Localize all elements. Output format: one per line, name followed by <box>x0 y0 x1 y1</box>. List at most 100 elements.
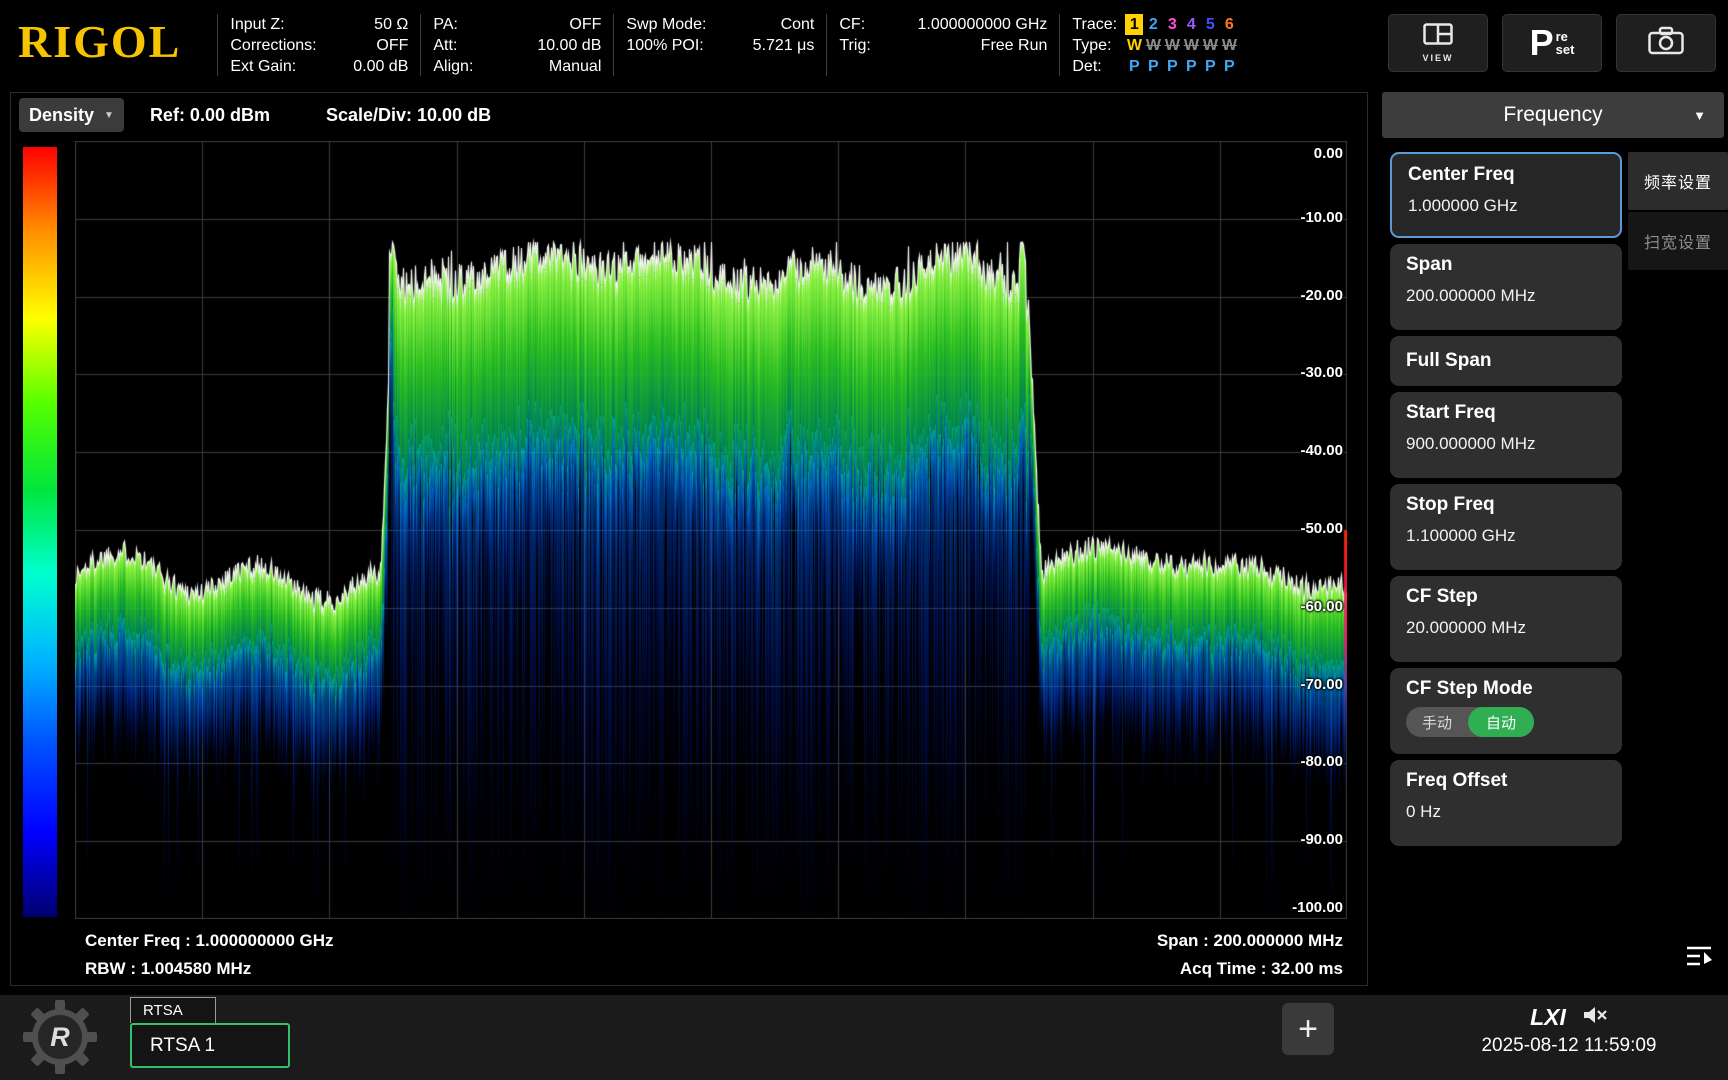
status-label: CF: <box>839 14 865 35</box>
center-freq-readout: Center Freq : 1.000000000 GHz <box>85 931 334 951</box>
status-value: 1.000000000 GHz <box>918 14 1048 35</box>
toggle-option-auto[interactable]: 自动 <box>1468 707 1534 737</box>
trace-type: W <box>1182 35 1200 56</box>
density-colorbar <box>23 147 57 917</box>
tab-frequency-settings[interactable]: 频率设置 <box>1628 152 1728 210</box>
preset-p-glyph: P <box>1530 25 1554 61</box>
trace-type-row: Type: W W W W W W <box>1072 35 1267 56</box>
tab-span-settings[interactable]: 扫宽设置 <box>1628 212 1728 270</box>
trace-number-2[interactable]: 2 <box>1144 14 1162 35</box>
display-mode-dropdown[interactable]: Density ▼ <box>19 98 124 132</box>
status-row: Ext Gain:0.00 dB <box>230 56 408 77</box>
preset-text: re set <box>1556 30 1575 56</box>
spectrum-display-module: Density ▼ Ref: 0.00 dBm Scale/Div: 10.00… <box>10 92 1368 986</box>
trace-type: W <box>1163 35 1181 56</box>
trace-number-1[interactable]: 1 <box>1125 14 1143 35</box>
trace-number-4[interactable]: 4 <box>1182 14 1200 35</box>
status-label: Corrections: <box>230 35 316 56</box>
top-button-group: VIEW P re set <box>1388 14 1716 72</box>
trace-type: W <box>1220 35 1238 56</box>
rbw-readout: RBW : 1.004580 MHz <box>85 959 251 979</box>
menu-item-center-freq[interactable]: Center Freq 1.000000 GHz <box>1390 152 1622 238</box>
cf-step-mode-toggle[interactable]: 手动 自动 <box>1406 707 1534 737</box>
mode-tab-rtsa-1[interactable]: RTSA 1 <box>130 1023 290 1068</box>
add-mode-button[interactable]: + <box>1282 1003 1334 1055</box>
menu-item-start-freq[interactable]: Start Freq 900.000000 MHz <box>1390 392 1622 478</box>
menu-item-cf-step-mode[interactable]: CF Step Mode 手动 自动 <box>1390 668 1622 754</box>
status-label: PA: <box>433 14 458 35</box>
status-row: Align:Manual <box>433 56 601 77</box>
trace-type: W <box>1125 35 1143 56</box>
chevron-down-icon: ▼ <box>1693 108 1706 123</box>
type-label: Type: <box>1072 35 1124 56</box>
status-row: Att:10.00 dB <box>433 35 601 56</box>
system-info: LXI 2025-08-12 11:59:09 <box>1424 1003 1714 1057</box>
toggle-option-manual[interactable]: 手动 <box>1406 712 1468 733</box>
rigol-logo: RIGOL <box>18 14 181 70</box>
menu-item-cf-step[interactable]: CF Step 20.000000 MHz <box>1390 576 1622 662</box>
trace-label: Trace: <box>1072 14 1124 35</box>
trace-type: W <box>1201 35 1219 56</box>
multi-view-icon <box>1423 23 1453 50</box>
menu-side-tabs: 频率设置 扫宽设置 <box>1628 152 1728 270</box>
mode-tab-group: RTSA RTSA 1 <box>130 997 290 1068</box>
trace-detector: P <box>1220 56 1238 77</box>
lxi-label: LXI <box>1530 1004 1566 1031</box>
span-readout: Span : 200.000000 MHz <box>1157 931 1343 951</box>
top-status-bar: RIGOL Input Z:50 Ω Corrections:OFF Ext G… <box>0 0 1728 90</box>
ref-level-label: Ref: 0.00 dBm <box>150 105 270 126</box>
menu-title: Frequency <box>1503 103 1602 127</box>
status-row: Input Z: 50 Ω <box>230 14 408 35</box>
divider <box>217 14 218 76</box>
trace-status-group: Trace: 1 2 3 4 5 6 Type: W W W W W W Det… <box>1072 14 1267 77</box>
status-value: 0.00 dB <box>353 56 408 77</box>
status-value: Manual <box>549 56 601 77</box>
scale-div-label: Scale/Div: 10.00 dB <box>326 105 491 126</box>
trace-detector: P <box>1201 56 1219 77</box>
gear-logo-letter: R <box>22 999 98 1075</box>
camera-icon <box>1648 26 1684 61</box>
datetime-display: 2025-08-12 11:59:09 <box>1424 1035 1714 1057</box>
menu-item-freq-offset[interactable]: Freq Offset 0 Hz <box>1390 760 1622 846</box>
menu-item-span[interactable]: Span 200.000000 MHz <box>1390 244 1622 330</box>
status-value: Free Run <box>981 35 1048 56</box>
frequency-menu-items: Center Freq 1.000000 GHz Span 200.000000… <box>1390 152 1622 846</box>
menu-title-dropdown[interactable]: Frequency ▼ <box>1382 92 1724 138</box>
trace-type: W <box>1144 35 1162 56</box>
preset-button[interactable]: P re set <box>1502 14 1602 72</box>
status-row: 100% POI:5.721 μs <box>626 35 814 56</box>
menu-collapse-button[interactable] <box>1680 942 1718 974</box>
display-header: Density ▼ Ref: 0.00 dBm Scale/Div: 10.00… <box>11 93 491 137</box>
status-value: 50 Ω <box>374 14 408 35</box>
multi-view-button[interactable]: VIEW <box>1388 14 1488 72</box>
status-value: Cont <box>781 14 815 35</box>
trace-number-6[interactable]: 6 <box>1220 14 1238 35</box>
status-label: Input Z: <box>230 14 284 35</box>
frequency-menu-panel: Frequency ▼ Center Freq 1.000000 GHz Spa… <box>1380 92 1728 986</box>
status-row: PA: OFF <box>433 14 601 35</box>
sweep-status-group: Swp Mode:Cont 100% POI:5.721 μs <box>626 14 814 56</box>
status-row: Corrections:OFF <box>230 35 408 56</box>
mode-tab-rtsa[interactable]: RTSA <box>130 997 216 1023</box>
divider <box>420 14 421 76</box>
system-status-row: LXI <box>1424 1003 1714 1031</box>
trace-det-row: Det: P P P P P P <box>1072 56 1267 77</box>
screenshot-button[interactable] <box>1616 14 1716 72</box>
rigol-gear-logo: R <box>22 999 98 1075</box>
divider <box>613 14 614 76</box>
display-mode-label: Density <box>29 105 94 126</box>
menu-collapse-icon <box>1684 944 1714 973</box>
status-label: Att: <box>433 35 457 56</box>
trace-detector: P <box>1163 56 1181 77</box>
trace-detector: P <box>1182 56 1200 77</box>
divider <box>826 14 827 76</box>
trace-number-3[interactable]: 3 <box>1163 14 1181 35</box>
trace-detector: P <box>1125 56 1143 77</box>
menu-item-full-span[interactable]: Full Span <box>1390 336 1622 386</box>
speaker-muted-icon[interactable] <box>1582 1004 1608 1031</box>
status-value: OFF <box>569 14 601 35</box>
menu-item-stop-freq[interactable]: Stop Freq 1.100000 GHz <box>1390 484 1622 570</box>
trace-number-5[interactable]: 5 <box>1201 14 1219 35</box>
spectrum-plot[interactable] <box>75 141 1347 919</box>
multi-view-label: VIEW <box>1422 53 1453 63</box>
